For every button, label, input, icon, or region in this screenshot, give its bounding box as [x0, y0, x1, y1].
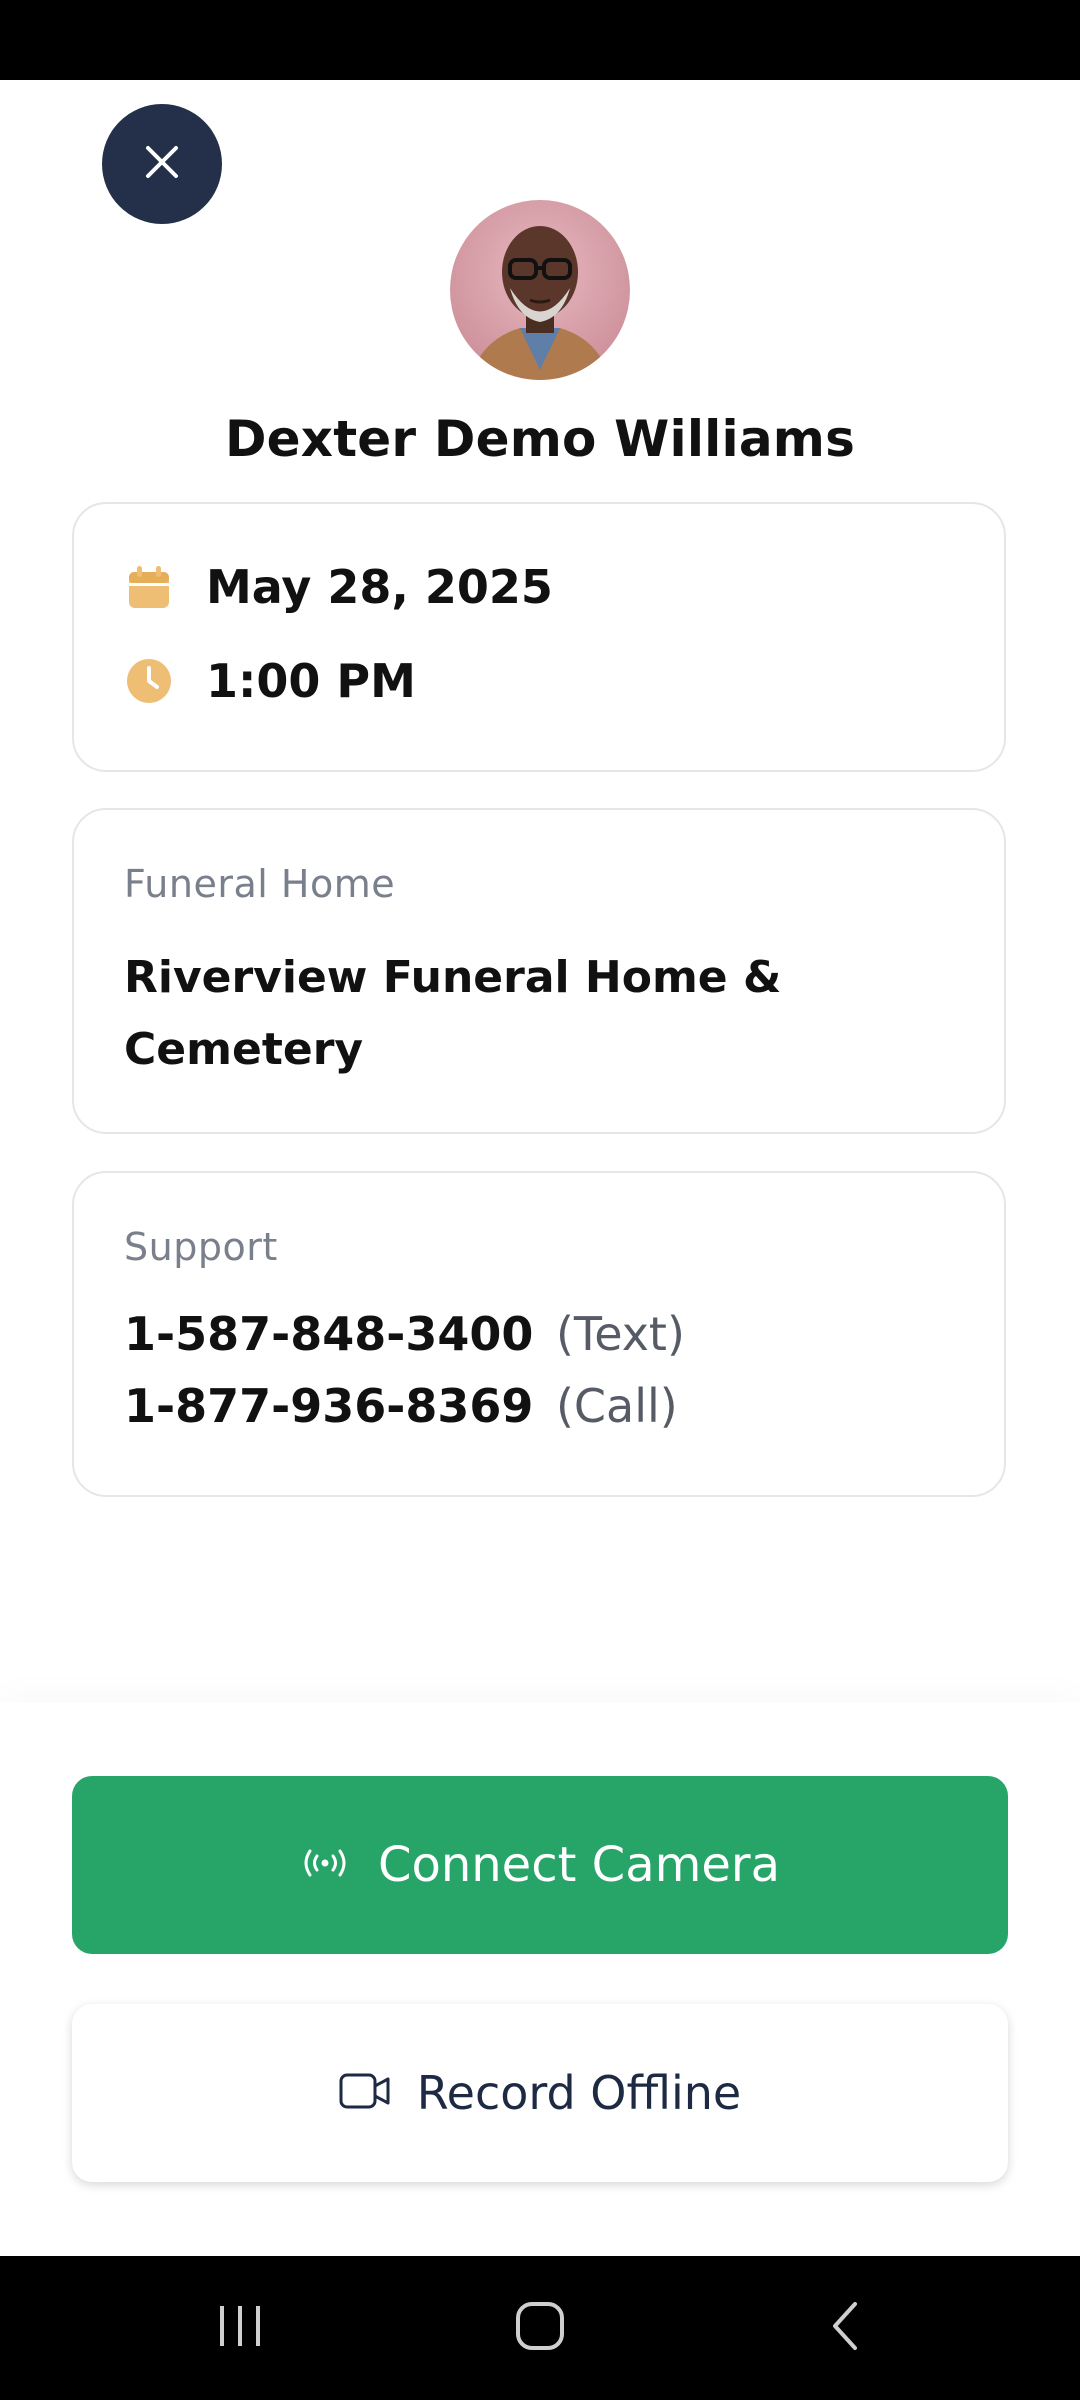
home-icon — [514, 2300, 566, 2356]
support-call-kind: (Call) — [555, 1379, 678, 1433]
record-offline-button[interactable]: Record Offline — [72, 2004, 1008, 2182]
recents-button[interactable] — [160, 2256, 320, 2400]
video-camera-icon — [339, 2072, 391, 2114]
support-text-number[interactable]: 1-587-848-3400 — [124, 1307, 533, 1361]
funeral-home-label: Funeral Home — [124, 862, 396, 906]
support-text-kind: (Text) — [555, 1307, 685, 1361]
funeral-home-card: Funeral Home Riverview Funeral Home & Ce… — [72, 808, 1006, 1134]
system-nav-bar — [0, 2256, 1080, 2400]
support-card: Support 1-587-848-3400 (Text) 1-877-936-… — [72, 1171, 1006, 1497]
person-name: Dexter Demo Williams — [224, 410, 856, 468]
close-button[interactable] — [102, 104, 222, 224]
close-icon — [142, 142, 182, 186]
clock-icon — [124, 656, 174, 706]
time-value: 1:00 PM — [206, 654, 416, 708]
connect-camera-button[interactable]: Connect Camera — [72, 1776, 1008, 1954]
support-call-number[interactable]: 1-877-936-8369 — [124, 1379, 533, 1433]
screen: Dexter Demo Williams May 28, 2025 1:00 P… — [0, 0, 1080, 2400]
broadcast-icon — [300, 1848, 350, 1882]
record-offline-label: Record Offline — [416, 2066, 742, 2120]
connect-camera-label: Connect Camera — [377, 1837, 781, 1893]
support-call-line[interactable]: 1-877-936-8369 (Call) — [124, 1379, 678, 1433]
date-row: May 28, 2025 — [124, 560, 553, 614]
back-icon — [827, 2300, 863, 2356]
recents-icon — [216, 2302, 264, 2354]
funeral-home-name: Riverview Funeral Home & Cemetery — [124, 952, 782, 1075]
back-button[interactable] — [765, 2256, 925, 2400]
home-button[interactable] — [460, 2256, 620, 2400]
date-value: May 28, 2025 — [206, 560, 553, 614]
support-label: Support — [124, 1225, 278, 1269]
support-text-line[interactable]: 1-587-848-3400 (Text) — [124, 1307, 685, 1361]
avatar — [450, 200, 630, 380]
status-bar — [0, 0, 1080, 80]
schedule-card: May 28, 2025 1:00 PM — [72, 502, 1006, 772]
time-row: 1:00 PM — [124, 654, 416, 708]
calendar-icon — [124, 562, 174, 612]
